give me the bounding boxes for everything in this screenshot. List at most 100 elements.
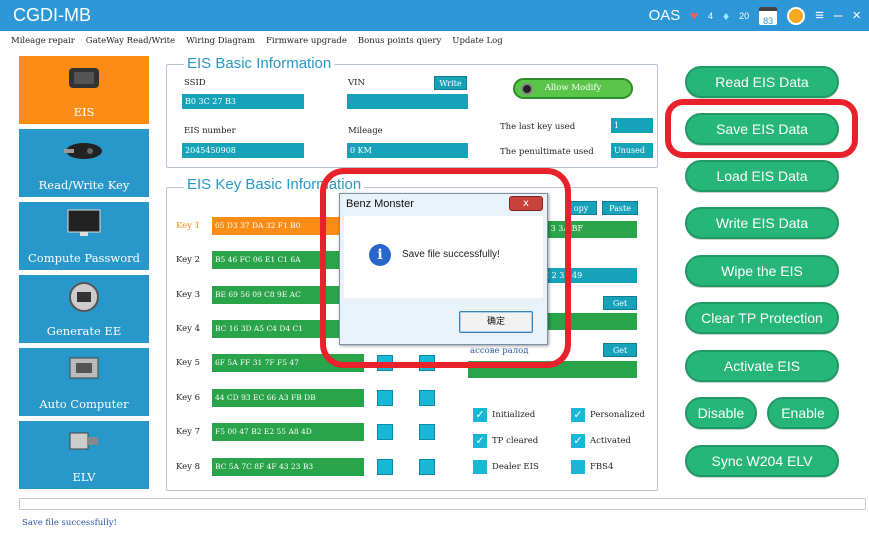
last-key-field[interactable]: 1 — [611, 118, 653, 133]
gems-count: 20 — [739, 10, 750, 21]
menu-bonus-points[interactable]: Bonus points query — [358, 36, 441, 46]
menu-bar: Mileage repair GateWay Read/Write Wiring… — [0, 31, 869, 50]
eis-module-icon — [69, 68, 99, 88]
tp-cleared-checkbox[interactable]: ✓ TP cleared — [473, 434, 538, 448]
sidebar-item-label: EIS — [73, 105, 95, 119]
minimize-button[interactable]: – — [834, 7, 842, 24]
key-label: Key 6 — [176, 393, 201, 403]
vin-field[interactable] — [347, 94, 468, 109]
key-option-checkbox[interactable] — [377, 390, 393, 406]
key-option-checkbox[interactable] — [419, 424, 435, 440]
ecu-icon — [69, 357, 99, 379]
sidebar-item-label: Compute Password — [28, 251, 140, 265]
check-icon: ✓ — [473, 408, 487, 422]
read-eis-data-button[interactable]: Read EIS Data — [685, 66, 839, 98]
key-label: Key 4 — [176, 324, 201, 334]
mileage-label: Mileage — [348, 126, 383, 136]
key-option-checkbox[interactable] — [419, 459, 435, 475]
personalized-checkbox[interactable]: ✓ Personalized — [571, 408, 645, 422]
sidebar-item-eis[interactable]: EIS — [19, 56, 149, 124]
check-icon: ✓ — [571, 408, 585, 422]
sidebar-item-label: Generate EE — [46, 324, 122, 338]
check-icon: ✓ — [473, 434, 487, 448]
vin-label: VIN — [348, 78, 365, 88]
enable-button[interactable]: Enable — [767, 397, 839, 429]
disable-button[interactable]: Disable — [685, 397, 757, 429]
sidebar-item-elv[interactable]: ELV — [19, 421, 149, 489]
sync-w204-elv-button[interactable]: Sync W204 ELV — [685, 445, 839, 477]
key-label: Key 8 — [176, 462, 201, 472]
key-label: Key 7 — [176, 427, 201, 437]
mileage-field[interactable]: 0 KM — [347, 143, 468, 158]
sidebar-item-auto-computer[interactable]: Auto Computer — [19, 348, 149, 416]
calendar-icon[interactable]: 83 — [759, 6, 778, 26]
penultimate-label: The penultimate used — [500, 147, 594, 157]
eis-basic-legend: EIS Basic Information — [184, 55, 335, 72]
key-field[interactable]: BC 5A 7C 8F 4F 43 23 B3 — [212, 458, 364, 476]
penultimate-field[interactable]: Unused — [611, 143, 653, 158]
checkbox-label: TP cleared — [492, 436, 539, 446]
elv-lock-icon — [69, 432, 98, 450]
chip-disc-icon — [69, 282, 99, 312]
checkbox-label: Personalized — [590, 410, 645, 420]
initialized-checkbox[interactable]: ✓ Initialized — [473, 408, 535, 422]
clear-tp-protection-button[interactable]: Clear TP Protection — [685, 302, 839, 334]
menu-mileage-repair[interactable]: Mileage repair — [11, 36, 75, 46]
clock-icon[interactable] — [787, 6, 806, 25]
title-bar: CGDI-MB OAS ♥ 4 ♦ 20 83 ≡ – × — [0, 0, 869, 31]
load-eis-data-button[interactable]: Load EIS Data — [685, 160, 839, 192]
key-option-checkbox[interactable] — [377, 424, 393, 440]
checkbox-box — [473, 460, 487, 474]
sidebar-item-read-write-key[interactable]: Read/Write Key — [19, 129, 149, 197]
key-label: Key 1 — [176, 221, 201, 231]
key-label: Key 5 — [176, 358, 201, 368]
activate-eis-button[interactable]: Activate EIS — [685, 350, 839, 382]
checkbox-label: Dealer EIS — [492, 462, 539, 472]
ssid-label: SSID — [184, 78, 206, 88]
checkbox-label: FBS4 — [590, 462, 614, 472]
checkbox-label: Initialized — [492, 410, 536, 420]
wipe-eis-button[interactable]: Wipe the EIS — [685, 255, 839, 287]
save-highlight-ring — [665, 99, 858, 158]
get-button-1[interactable]: Get — [603, 296, 637, 310]
key-field[interactable]: 44 CD 93 EC 66 A3 FB DB — [212, 389, 364, 407]
check-icon: ✓ — [571, 434, 585, 448]
monitor-icon — [67, 209, 101, 236]
key-label: Key 3 — [176, 290, 201, 300]
key-field[interactable]: F5 00 47 B2 E2 55 A8 4D — [212, 423, 364, 441]
activated-checkbox[interactable]: ✓ Activated — [571, 434, 631, 448]
close-button[interactable]: × — [852, 7, 861, 24]
allow-modify-label: Allow Modify — [544, 83, 602, 93]
menu-update-log[interactable]: Update Log — [452, 36, 502, 46]
key-option-checkbox[interactable] — [419, 390, 435, 406]
sidebar-item-label: ELV — [72, 470, 96, 484]
menu-gateway[interactable]: GateWay Read/Write — [86, 36, 175, 46]
last-key-label: The last key used — [500, 122, 576, 132]
dealer-eis-checkbox[interactable]: Dealer EIS — [473, 460, 539, 474]
progress-bar — [19, 498, 866, 510]
dialog-highlight-ring — [320, 168, 571, 368]
calendar-count: 83 — [763, 15, 774, 26]
eis-number-field[interactable]: 2045450908 — [182, 143, 304, 158]
toggle-knob — [521, 83, 533, 95]
sidebar-item-label: Auto Computer — [39, 397, 129, 411]
write-vin-button[interactable]: Write — [434, 76, 467, 90]
menu-icon[interactable]: ≡ — [815, 7, 824, 24]
key-option-checkbox[interactable] — [377, 459, 393, 475]
checkbox-label: Activated — [590, 436, 631, 446]
heart-icon: ♥ — [690, 8, 698, 23]
ssid-field[interactable]: B0 3C 27 B3 — [182, 94, 304, 109]
oas-label: OAS — [648, 7, 681, 24]
get-button-2[interactable]: Get — [603, 343, 637, 357]
sidebar-item-generate-ee[interactable]: Generate EE — [19, 275, 149, 343]
key-label: Key 2 — [176, 255, 201, 265]
menu-firmware-upgrade[interactable]: Firmware upgrade — [266, 36, 347, 46]
hearts-count: 4 — [707, 10, 713, 21]
menu-wiring-diagram[interactable]: Wiring Diagram — [186, 36, 255, 46]
allow-modify-toggle[interactable]: Allow Modify — [513, 78, 633, 99]
paste-button[interactable]: Paste — [602, 201, 638, 215]
gem-icon: ♦ — [722, 8, 730, 23]
write-eis-data-button[interactable]: Write EIS Data — [685, 207, 839, 239]
sidebar-item-compute-password[interactable]: Compute Password — [19, 202, 149, 270]
fbs4-checkbox[interactable]: FBS4 — [571, 460, 613, 474]
